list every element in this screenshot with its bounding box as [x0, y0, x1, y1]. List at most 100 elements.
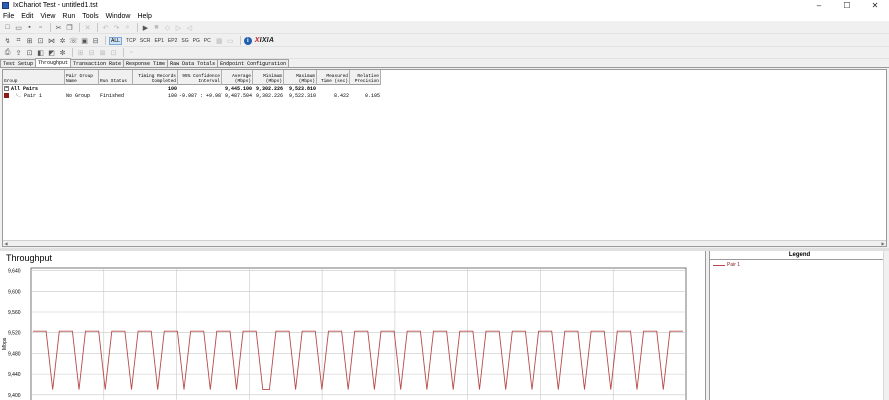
tab-raw-data-totals[interactable]: Raw Data Totals	[167, 59, 219, 67]
settings-icon[interactable]: ✲	[58, 36, 67, 45]
window-title: IxChariot Test - untitled1.tst	[13, 2, 98, 9]
filter-icon[interactable]: ⊟	[91, 36, 100, 45]
filter-sg-button[interactable]: SG	[181, 38, 188, 44]
redo-icon[interactable]: ↷	[112, 23, 121, 32]
minimize-button[interactable]: –	[805, 0, 833, 11]
all-pairs-group: − All Pairs	[4, 86, 39, 92]
menu-help[interactable]: Help	[133, 13, 154, 20]
col-minimum[interactable]: Minimum (Mbps)	[253, 70, 284, 85]
toolbar-separator	[72, 48, 73, 57]
legend-item-pair-1[interactable]: Pair 1	[713, 262, 889, 268]
scroll-right-icon[interactable]: ▶	[880, 241, 886, 246]
find-icon[interactable]: ⌕	[123, 23, 132, 32]
tab-endpoint-configuration[interactable]: Endpoint Configuration	[217, 59, 290, 67]
filter-pg-button[interactable]: PG	[193, 38, 200, 44]
toolbar-separator	[97, 23, 98, 32]
multicast-icon[interactable]: ⊞	[25, 36, 34, 45]
connect-icon[interactable]: ⋈	[47, 36, 56, 45]
legend-vertical-scrollbar[interactable]	[883, 251, 889, 400]
filter-all-button[interactable]: ALL	[109, 36, 122, 45]
chart-gear-icon[interactable]: ✼	[58, 48, 67, 57]
y-tick-label: 9,440	[8, 372, 21, 378]
save-as-icon[interactable]: ▫	[36, 23, 45, 32]
pair1-status: Finished	[100, 93, 125, 99]
filter-tcp-button[interactable]: TCP	[126, 38, 136, 44]
tab-response-time[interactable]: Response Time	[123, 59, 169, 67]
window-icon[interactable]: ▭	[226, 36, 235, 45]
collapse-icon[interactable]: −	[4, 86, 9, 92]
run-icon[interactable]: ▶	[141, 23, 150, 32]
cut-icon[interactable]: ✂	[54, 23, 63, 32]
col-group[interactable]: Group	[3, 70, 65, 85]
col-timing-records[interactable]: Timing Records Completed	[133, 70, 178, 85]
col-confidence-interval[interactable]: 95% Confidence Interval	[178, 70, 222, 85]
copy-icon[interactable]: ❐	[65, 23, 74, 32]
zoom-fit-icon[interactable]: ⊡	[109, 48, 118, 57]
y-tick-label: 9,640	[8, 269, 21, 275]
y-axis-label: Mbps	[2, 337, 8, 350]
tab-test-setup[interactable]: Test Setup	[0, 59, 37, 67]
reset-icon[interactable]: ◁	[185, 23, 194, 32]
menu-file[interactable]: File	[0, 13, 17, 20]
col-run-status[interactable]: Run Status	[99, 70, 133, 85]
delete-icon[interactable]: ✕	[83, 23, 92, 32]
step-icon[interactable]: ▷	[174, 23, 183, 32]
menu-bar: File Edit View Run Tools Window Help	[0, 11, 889, 21]
scroll-left-icon[interactable]: ◀	[3, 241, 9, 246]
tab-throughput[interactable]: Throughput	[35, 58, 72, 67]
menu-run[interactable]: Run	[58, 13, 78, 20]
filter-ep2-button[interactable]: EP2	[168, 38, 177, 44]
chart-title: Throughput	[6, 253, 53, 263]
throughput-chart-pane: 9,640 9,600 9,560 9,520 9,480 9,440 9,400 Thro…	[0, 251, 706, 400]
menu-window[interactable]: Window	[102, 13, 134, 20]
maximize-button[interactable]: ☐	[833, 0, 861, 11]
menu-view[interactable]: View	[36, 13, 58, 20]
chart-type-icon[interactable]: ◩	[47, 48, 56, 57]
zoom-out-icon[interactable]: ⊟	[87, 48, 96, 57]
table-row-all-pairs[interactable]: − All Pairs 100 9,445.100 9,302.226 9,523…	[3, 86, 317, 93]
filter-pc-button[interactable]: PC	[204, 38, 211, 44]
close-button[interactable]: ✕	[861, 0, 889, 11]
throughput-chart: 9,640 9,600 9,560 9,520 9,480 9,440 9,400	[8, 267, 687, 400]
export-icon[interactable]: ⇪	[14, 48, 23, 57]
menu-tools[interactable]: Tools	[78, 13, 101, 20]
pair1-average: 9,487.504	[224, 93, 252, 99]
new-file-icon[interactable]: □	[3, 23, 12, 32]
add-pair-icon[interactable]: ↯	[3, 36, 12, 45]
pair1-minimum: 9,302.226	[255, 93, 283, 99]
video-icon[interactable]: ▣	[80, 36, 89, 45]
undo-icon[interactable]: ↶	[101, 23, 110, 32]
zoom-in-icon[interactable]: ⊞	[76, 48, 85, 57]
col-measured-time[interactable]: Measured Time (sec)	[317, 70, 350, 85]
grid-icon[interactable]: ▦	[215, 36, 224, 45]
info-icon[interactable]: i	[243, 36, 252, 45]
voip-icon[interactable]: ☏	[69, 36, 78, 45]
grid-horizontal-scrollbar[interactable]: ◀ ▶	[3, 240, 886, 246]
close-chart-icon[interactable]: ▫	[127, 48, 136, 57]
abandon-icon[interactable]: ◇	[163, 23, 172, 32]
open-folder-icon[interactable]: ▭	[14, 23, 23, 32]
hardware-icon[interactable]: ⊡	[36, 36, 45, 45]
col-pair-group-name[interactable]: Pair Group Name	[65, 70, 99, 85]
pair1-precision: 0.105	[364, 93, 380, 99]
stop-icon[interactable]: ■	[152, 23, 161, 32]
filter-ep1-button[interactable]: EP1	[154, 38, 163, 44]
print-icon[interactable]: ⎙	[3, 48, 12, 57]
title-bar: IxChariot Test - untitled1.tst – ☐ ✕	[0, 0, 889, 11]
col-average[interactable]: Average (Mbps)	[222, 70, 253, 85]
filter-scr-button[interactable]: SCR	[140, 38, 151, 44]
options-icon[interactable]: ⊡	[25, 48, 34, 57]
col-maximum[interactable]: Maximum (Mbps)	[284, 70, 317, 85]
chart-options-icon[interactable]: ◧	[36, 48, 45, 57]
all-pairs-minimum: 9,302.226	[255, 86, 283, 92]
save-icon[interactable]: ▪	[25, 23, 34, 32]
zoom-reset-icon[interactable]: ⊠	[98, 48, 107, 57]
table-row-pair-1[interactable]: └… Pair 1 No Group Finished 100 -9.987 : …	[3, 93, 381, 100]
tab-transaction-rate[interactable]: Transaction Rate	[70, 59, 125, 67]
menu-edit[interactable]: Edit	[17, 13, 36, 20]
pair-icon	[4, 93, 9, 99]
col-relative-precision[interactable]: Relative Precision	[350, 70, 381, 85]
edit-pair-icon[interactable]: ⌗	[14, 36, 23, 45]
toolbar-separator	[123, 48, 124, 57]
all-pairs-average: 9,445.100	[224, 86, 252, 92]
